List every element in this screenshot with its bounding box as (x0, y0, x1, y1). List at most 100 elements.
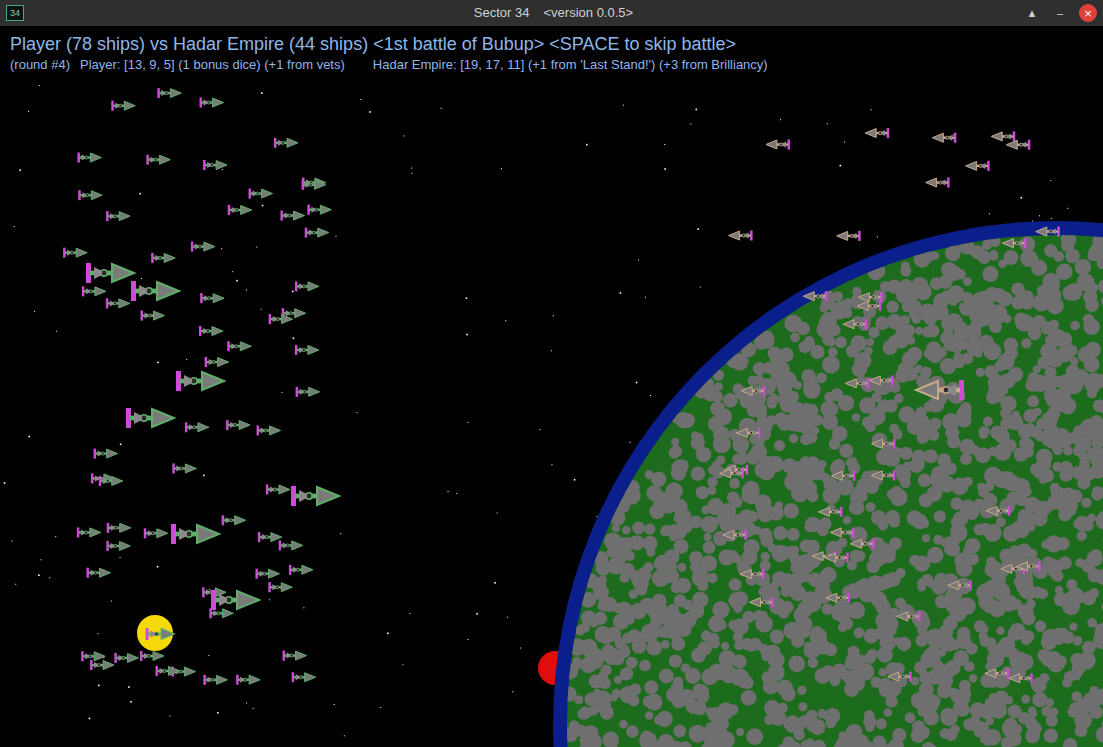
ship-icon (200, 98, 224, 108)
ship-icon (843, 319, 867, 329)
ship-icon (897, 611, 921, 621)
ship-icon (255, 569, 279, 579)
ship-icon (106, 541, 130, 551)
ship-icon (146, 155, 170, 165)
ship-icon (871, 470, 895, 480)
ship-icon (869, 375, 893, 385)
window-title: Sector 34<version 0.0.5> (24, 3, 1023, 23)
ship-icon (106, 211, 130, 221)
ship-icon (274, 138, 298, 148)
ship-icon (140, 311, 164, 321)
ship-icon (283, 651, 307, 661)
battle-stats: (round #4) Player: [13, 9, 5] (1 bonus di… (10, 56, 1093, 73)
ship-icon (845, 378, 869, 388)
ship-icon (295, 281, 319, 291)
ship-icon (86, 568, 110, 578)
ship-icon (291, 486, 339, 506)
ship-icon (199, 326, 223, 336)
ship-icon (858, 292, 882, 302)
ship-icon (916, 380, 964, 400)
ship-icon (86, 263, 134, 283)
ship-icon (720, 468, 744, 478)
ship-icon (986, 506, 1010, 516)
ship-icon (741, 386, 765, 396)
ship-icon (948, 580, 972, 590)
ship-icon (146, 628, 175, 640)
ship-icon (228, 205, 252, 215)
ship-icon (736, 428, 760, 438)
ship-icon (227, 341, 251, 351)
ship-icon (203, 675, 227, 685)
ship-icon (991, 131, 1015, 141)
ship-icon (249, 189, 273, 199)
ship-icon (985, 668, 1009, 678)
ship-icon (729, 231, 753, 241)
ship-icon (289, 565, 313, 575)
ship-icon (268, 582, 292, 592)
ship-icon (82, 286, 106, 296)
ship-icon (818, 507, 842, 517)
ship-icon (857, 301, 881, 311)
ship-icon (157, 88, 181, 98)
ship-icon (94, 449, 118, 459)
ship-icon (1009, 673, 1033, 683)
window-control-button[interactable]: – (1051, 4, 1069, 22)
ship-icon (226, 420, 250, 430)
ship-icon (830, 527, 854, 537)
ship-icon (171, 524, 219, 544)
ship-icon (222, 515, 246, 525)
ship-icon (1006, 140, 1030, 150)
ship-icon (1036, 227, 1060, 237)
ship-icon (172, 463, 196, 473)
ship-icon (78, 190, 102, 200)
planet-icon (553, 221, 1103, 747)
ship-icon (740, 569, 764, 579)
ship-icon (107, 523, 131, 533)
ship-icon (63, 248, 87, 258)
ship-icon (140, 651, 164, 661)
ship-icon (203, 160, 227, 170)
ship-icon (269, 314, 293, 324)
close-button[interactable]: × (1079, 4, 1097, 22)
ship-icon (826, 593, 850, 603)
ship-icon (114, 653, 138, 663)
ship-icon (872, 439, 896, 449)
ship-icon (200, 293, 224, 303)
ship-icon (1016, 561, 1040, 571)
ship-icon (723, 530, 747, 540)
ship-icon (111, 101, 135, 111)
ship-icon (305, 228, 329, 238)
ship-icon (831, 471, 855, 481)
ship-icon (211, 590, 259, 610)
game-window: 34Sector 34<version 0.0.5>▲–×Player (78 … (0, 0, 1103, 747)
ship-icon (106, 298, 130, 308)
ship-icon (176, 371, 224, 391)
enemy-stats: Hadar Empire: [19, 17, 11] (+1 from 'Las… (373, 56, 768, 73)
player-stats: Player: [13, 9, 5] (1 bonus dice) (+1 fr… (80, 56, 345, 73)
ship-icon (151, 253, 175, 263)
ship-icon (1002, 238, 1026, 248)
ship-icon (77, 153, 101, 163)
ship-icon (257, 425, 281, 435)
ship-icon (966, 161, 990, 171)
ship-icon (90, 660, 114, 670)
ship-icon (99, 476, 123, 486)
ship-icon (279, 540, 303, 550)
ship-icon (77, 527, 101, 537)
ship-icon (837, 231, 861, 241)
ship-icon (205, 357, 229, 367)
ship-icon (803, 291, 827, 301)
ship-icon (81, 651, 105, 661)
ship-icon (258, 532, 282, 542)
ship-icon (185, 422, 209, 432)
ship-icon (749, 597, 773, 607)
ship-icon (280, 211, 304, 221)
ship-icon (302, 180, 326, 190)
battle-view: Player (78 ships) vs Hadar Empire (44 sh… (0, 26, 1103, 747)
ship-icon (236, 675, 260, 685)
ship-icon (155, 666, 179, 676)
round-label: (round #4) (10, 56, 70, 73)
window-control-button[interactable]: ▲ (1023, 4, 1041, 22)
battle-header: Player (78 ships) vs Hadar Empire (44 sh… (0, 26, 1103, 73)
ship-icon (825, 553, 849, 563)
